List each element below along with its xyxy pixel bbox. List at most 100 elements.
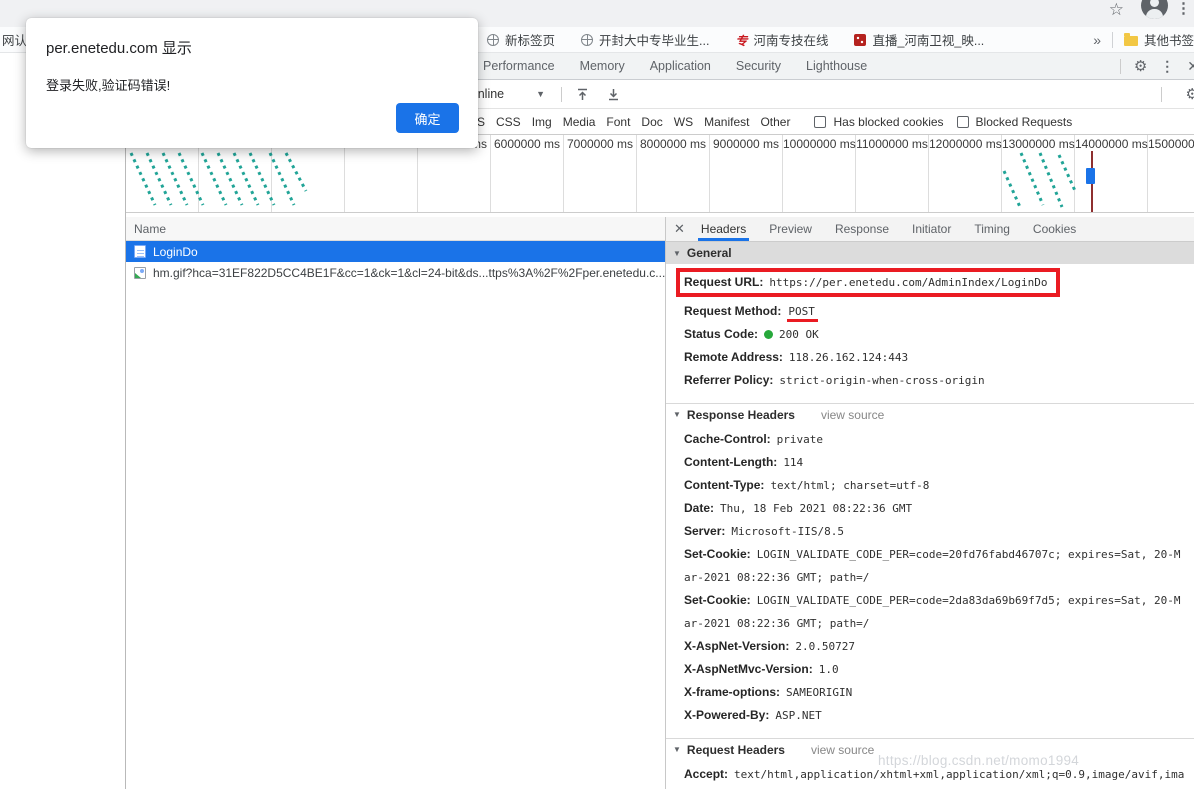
- header-value: 2.0.50727: [795, 640, 855, 653]
- details-tab[interactable]: Response: [835, 217, 889, 241]
- triangle-down-icon: [673, 745, 681, 754]
- alert-dialog-message: 登录失败,验证码错误!: [46, 78, 171, 93]
- request-type-icon: [134, 266, 146, 279]
- bookmark-star-icon[interactable]: [1109, 0, 1124, 20]
- header-key: Cache-Control:: [684, 432, 771, 446]
- details-tab[interactable]: Timing: [974, 217, 1010, 241]
- network-settings-gear-icon[interactable]: [1186, 85, 1194, 103]
- devtools-tab[interactable]: Performance: [483, 59, 555, 73]
- watermark: https://blog.csdn.net/momo1994: [878, 753, 1080, 768]
- close-details-icon[interactable]: [674, 221, 685, 237]
- bookmark-item[interactable]: 直播_河南卫视_映...: [854, 30, 984, 49]
- bookmark-item[interactable]: 河南专技在线: [735, 30, 828, 49]
- har-buttons: [576, 88, 620, 101]
- checkbox-label: Blocked Requests: [975, 114, 1073, 129]
- general-section-body: Request URL: https://per.enetedu.com/Admi…: [666, 264, 1194, 397]
- devtools-panel: Performance Memory Application Security …: [125, 53, 1194, 789]
- checkbox-icon: [956, 115, 969, 128]
- response-headers-body: Cache-Control: private Content-Length: 114…: [666, 425, 1194, 732]
- request-type-icon: [134, 245, 146, 258]
- import-har-icon[interactable]: [576, 88, 589, 101]
- bookmarks-overflow-icon[interactable]: [1093, 32, 1101, 48]
- filter-checkbox[interactable]: Has blocked cookies: [814, 114, 944, 129]
- export-har-icon[interactable]: [607, 88, 620, 101]
- screen: 网认证 新标签页 开封大中专毕业生... 河南专技在线: [0, 0, 1194, 789]
- general-section-header[interactable]: General: [666, 242, 1194, 264]
- header-value: Thu, 18 Feb 2021 08:22:36 GMT: [720, 502, 913, 515]
- devtools-tab[interactable]: Lighthouse: [806, 59, 867, 73]
- devtools-menu-icon[interactable]: [1160, 58, 1174, 75]
- header-row: Content-Type: text/html; charset=utf-8: [684, 474, 1186, 497]
- header-row: X-frame-options: SAMEORIGIN: [684, 681, 1186, 704]
- filter-type[interactable]: Media: [563, 115, 596, 129]
- bookmark-favicon: [735, 32, 747, 49]
- header-key: X-AspNet-Version:: [684, 639, 790, 653]
- details-tab[interactable]: Cookies: [1033, 217, 1076, 241]
- header-row: Request URL: https://per.enetedu.com/Admi…: [676, 268, 1060, 297]
- devtools-close-icon[interactable]: [1187, 58, 1194, 75]
- request-table-header[interactable]: Name: [126, 217, 665, 241]
- bookmark-label: 新标签页: [505, 34, 556, 48]
- bookmark-item-partial[interactable]: 网认证: [2, 30, 29, 49]
- timeline-scrubber: [1086, 168, 1095, 184]
- view-source-link[interactable]: view source: [821, 408, 884, 422]
- settings-gear-icon[interactable]: [1134, 57, 1147, 75]
- header-row: Date: Thu, 18 Feb 2021 08:22:36 GMT: [684, 497, 1186, 520]
- other-bookmarks-button[interactable]: 其他书签: [1123, 30, 1194, 49]
- details-tab[interactable]: Headers: [697, 217, 750, 241]
- header-row: X-AspNet-Version: 2.0.50727: [684, 635, 1186, 658]
- bookmark-items: 新标签页 开封大中专毕业生... 河南专技在线 直播_河南卫视_映...: [487, 30, 984, 49]
- checkbox-label: Has blocked cookies: [833, 114, 944, 129]
- bookmarks-divider: [1111, 31, 1113, 48]
- header-row: X-Powered-By: ASP.NET: [684, 704, 1186, 727]
- response-headers-section-header[interactable]: Response Headers view source: [666, 403, 1194, 425]
- bookmark-item[interactable]: 开封大中专毕业生...: [581, 30, 709, 49]
- browser-menu-icon[interactable]: [1176, 0, 1191, 17]
- devtools-tab[interactable]: Security: [736, 59, 781, 73]
- header-row: Set-Cookie: LOGIN_VALIDATE_CODE_PER=code=…: [684, 589, 1186, 635]
- triangle-down-icon: [673, 249, 681, 258]
- filter-type[interactable]: Doc: [641, 115, 662, 129]
- bookmark-favicon: [854, 33, 867, 46]
- view-source-link[interactable]: view source: [811, 743, 874, 757]
- alert-dialog: per.enetedu.com 显示 登录失败,验证码错误! 确定: [26, 18, 478, 148]
- bookmark-label: 河南专技在线: [753, 34, 829, 48]
- header-value: Microsoft-IIS/8.5: [731, 525, 844, 538]
- filter-checkbox[interactable]: Blocked Requests: [956, 114, 1073, 129]
- request-table: Name LoginDo hm.gif?hca=31EF822D5CC4BE1F…: [126, 217, 666, 789]
- filter-type[interactable]: Manifest: [704, 115, 749, 129]
- filter-type[interactable]: Img: [532, 115, 552, 129]
- filter-type[interactable]: WS: [674, 115, 693, 129]
- throttling-dropdown[interactable]: Online: [468, 87, 545, 101]
- other-bookmarks-label: 其他书签: [1143, 34, 1194, 48]
- request-name: LoginDo: [153, 244, 198, 259]
- header-value: private: [776, 433, 824, 446]
- bookmark-favicon: [487, 33, 499, 46]
- details-tab[interactable]: Preview: [769, 217, 812, 241]
- header-value: SAMEORIGIN: [786, 686, 853, 699]
- header-key: Request URL:: [684, 275, 764, 289]
- profile-avatar[interactable]: [1141, 0, 1168, 19]
- header-value: 1.0: [818, 663, 839, 676]
- divider: [1119, 58, 1121, 74]
- request-row[interactable]: LoginDo: [126, 241, 665, 262]
- filter-type[interactable]: Font: [606, 115, 630, 129]
- request-row[interactable]: hm.gif?hca=31EF822D5CC4BE1F&cc=1&ck=1&cl…: [126, 262, 665, 283]
- network-content: Name LoginDo hm.gif?hca=31EF822D5CC4BE1F…: [126, 217, 1194, 789]
- devtools-tab[interactable]: Memory: [580, 59, 625, 73]
- alert-dialog-title: per.enetedu.com 显示: [46, 40, 192, 57]
- header-row: Cache-Control: private: [684, 428, 1186, 451]
- details-tab[interactable]: Initiator: [912, 217, 951, 241]
- header-row: Server: Microsoft-IIS/8.5: [684, 520, 1186, 543]
- devtools-tab[interactable]: Application: [650, 59, 711, 73]
- header-key: Remote Address:: [684, 350, 783, 364]
- filter-type[interactable]: CSS: [496, 115, 521, 129]
- header-value: ASP.NET: [775, 709, 822, 722]
- confirm-button[interactable]: 确定: [396, 103, 459, 133]
- filter-type[interactable]: Other: [760, 115, 790, 129]
- devtools-actions: [1119, 57, 1194, 75]
- bookmark-item[interactable]: 新标签页: [487, 30, 555, 49]
- triangle-down-icon: [673, 410, 681, 419]
- header-key: Set-Cookie:: [684, 547, 751, 561]
- request-details-panel: Headers Preview Response Initiator Timin…: [666, 217, 1194, 789]
